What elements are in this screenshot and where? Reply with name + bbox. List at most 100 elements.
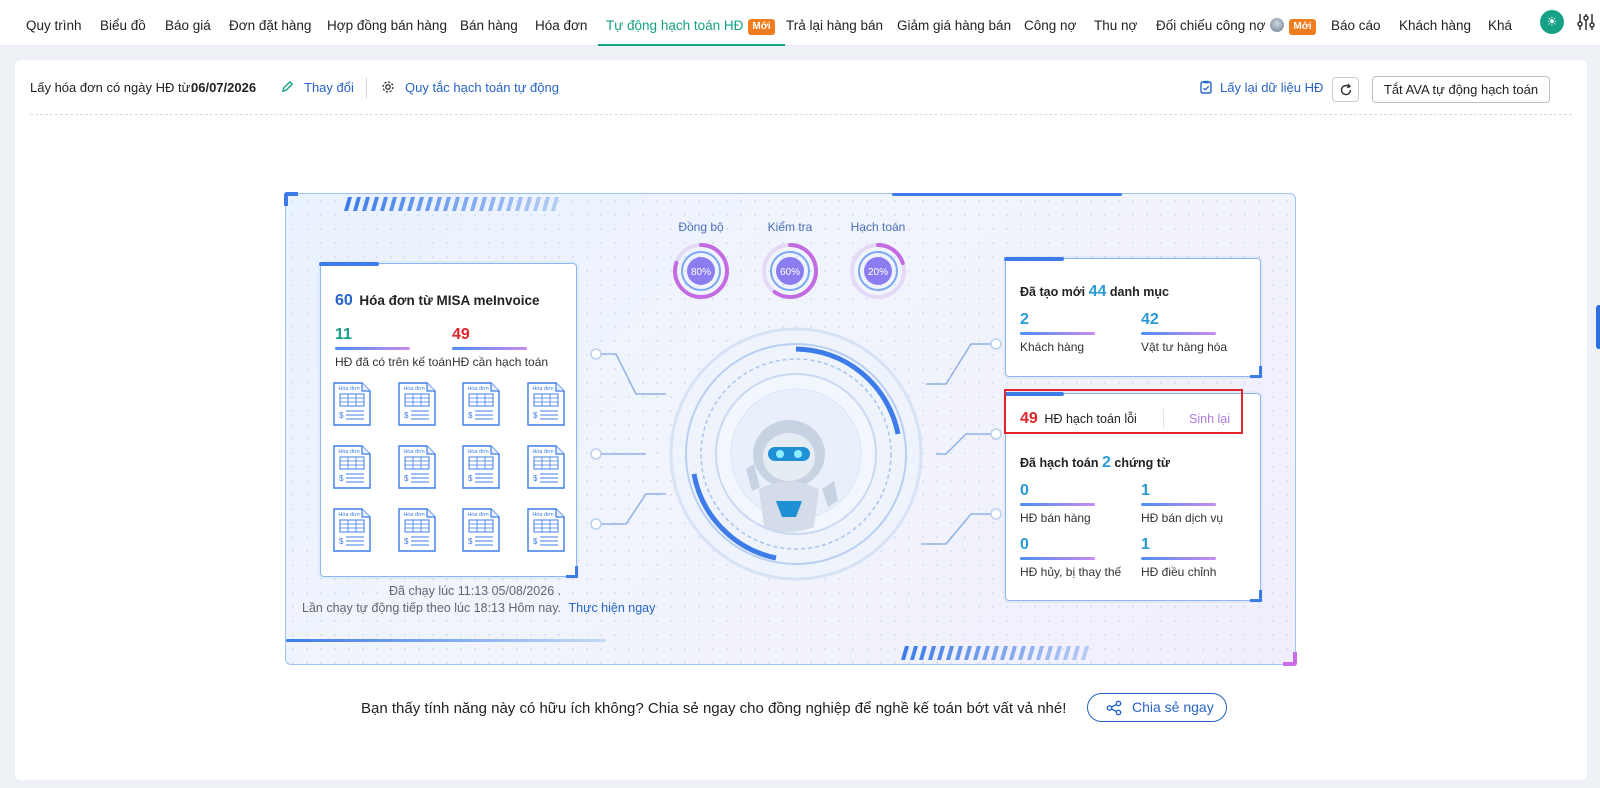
toolbar: Lấy hóa đơn có ngày HĐ từ: 06/07/2026 Th…	[15, 60, 1587, 116]
new-badge: Mới	[748, 19, 775, 35]
gauge-label-check: Kiểm tra	[767, 220, 813, 234]
invoice-document-icon: Hóa đơn $	[397, 507, 437, 553]
clipboard-icon[interactable]	[1200, 80, 1212, 97]
nav-item-orders[interactable]: Đơn đặt hàng	[229, 0, 311, 46]
svg-text:$: $	[533, 537, 538, 546]
svg-text:$: $	[468, 537, 473, 546]
turn-off-ava-button[interactable]: Tắt AVA tự động hạch toán	[1372, 76, 1550, 103]
svg-text:$: $	[404, 411, 409, 420]
pencil-icon[interactable]	[281, 80, 294, 96]
nav-item-debts[interactable]: Công nợ	[1024, 0, 1076, 46]
nav-item-contracts[interactable]: Hợp đồng bán hàng	[327, 0, 447, 46]
change-date-link[interactable]: Thay đổi	[304, 80, 354, 95]
lightbulb-icon[interactable]: ☀	[1540, 10, 1564, 34]
stat-bar	[1020, 503, 1095, 506]
sales-invoice-stat: 0 HĐ bán hàng	[1020, 482, 1095, 525]
decorative-stripes	[901, 646, 1089, 660]
automation-dashboard: Đồng bộ Kiểm tra Hạch toán 80% 60% 20% 6…	[284, 192, 1297, 666]
existing-invoice-count: 11	[335, 326, 352, 343]
svg-text:$: $	[404, 474, 409, 483]
svg-text:$: $	[339, 537, 344, 546]
accounted-title: Đã hạch toán 2 chứng từ	[1020, 454, 1170, 471]
auto-accounting-rules-link[interactable]: Quy tắc hạch toán tự động	[405, 80, 559, 95]
svg-text:Hóa đơn: Hóa đơn	[467, 512, 488, 518]
svg-text:$: $	[533, 474, 538, 483]
stat-bar	[1141, 557, 1216, 560]
existing-invoice-label: HĐ đã có trên kế toán	[335, 355, 452, 369]
invoice-card-title: 60 Hóa đơn từ MISA meInvoice	[335, 292, 540, 310]
side-drawer-tab[interactable]	[1596, 305, 1600, 349]
date-filter-label: Lấy hóa đơn có ngày HĐ từ:	[30, 80, 194, 95]
refresh-button[interactable]	[1332, 77, 1359, 102]
share-now-button[interactable]: Chia sẻ ngay	[1087, 693, 1227, 722]
nav-item-reports[interactable]: Báo cáo	[1331, 0, 1381, 46]
frame-corner	[284, 192, 298, 206]
nav-item-more[interactable]: Khá	[1488, 0, 1512, 46]
invoice-document-icon: Hóa đơn $	[526, 507, 566, 553]
error-highlight-box	[1004, 389, 1243, 434]
materials-count: 42	[1141, 311, 1159, 328]
nav-item-discounts[interactable]: Giảm giá hàng bán	[897, 0, 1011, 46]
nav-item-sales[interactable]: Bán hàng	[460, 0, 518, 46]
new-badge: Mới	[1289, 19, 1316, 35]
invoice-document-icon: Hóa đơn $	[461, 381, 501, 427]
nav-item-invoices[interactable]: Hóa đơn	[535, 0, 587, 46]
svg-text:Hóa đơn: Hóa đơn	[467, 449, 488, 455]
svg-text:Hóa đơn: Hóa đơn	[403, 386, 424, 392]
svg-text:Hóa đơn: Hóa đơn	[338, 449, 359, 455]
run-now-link[interactable]: Thực hiện ngay	[568, 601, 655, 615]
category-title: Đã tạo mới 44 danh mục	[1020, 283, 1169, 300]
svg-text:Hóa đơn: Hóa đơn	[532, 386, 553, 392]
service-invoice-count: 1	[1141, 482, 1150, 499]
sales-invoice-label: HĐ bán hàng	[1020, 511, 1091, 525]
cancelled-invoice-count: 0	[1020, 536, 1029, 553]
nav-item-reconcile[interactable]: Đối chiếu công nợ Mới	[1156, 0, 1316, 46]
sales-invoice-count: 0	[1020, 482, 1029, 499]
gauge-accounting: 20%	[848, 241, 908, 301]
stat-bar	[335, 347, 410, 350]
customers-label: Khách hàng	[1020, 340, 1085, 354]
total-invoice-count: 60	[335, 292, 353, 309]
materials-stat: 42 Vật tư hàng hóa	[1141, 311, 1227, 354]
svg-text:$: $	[339, 474, 344, 483]
gear-icon[interactable]	[381, 80, 395, 97]
nav-item-returns[interactable]: Trả lại hàng bán	[786, 0, 883, 46]
last-run-text: Đã chạy lúc 11:13 05/08/2026 .	[389, 584, 562, 598]
nav-item-auto-accounting[interactable]: Tự động hạch toán HĐ Mới	[598, 0, 785, 46]
stat-bar	[1141, 332, 1216, 335]
svg-text:Hóa đơn: Hóa đơn	[467, 386, 488, 392]
materials-label: Vật tư hàng hóa	[1141, 340, 1228, 354]
invoice-source-title: Hóa đơn từ MISA meInvoice	[359, 293, 540, 308]
invoice-document-icon: Hóa đơn $	[526, 444, 566, 490]
stat-bar	[1020, 332, 1095, 335]
invoice-document-icon: Hóa đơn $	[397, 381, 437, 427]
stat-bar	[1141, 503, 1216, 506]
svg-text:$: $	[468, 474, 473, 483]
nav-item-quotes[interactable]: Báo giá	[165, 0, 211, 46]
card-corner	[319, 262, 379, 266]
customers-count: 2	[1020, 311, 1029, 328]
card-corner	[1250, 366, 1262, 378]
sliders-settings-icon[interactable]	[1576, 12, 1596, 32]
decorative-stripes	[344, 197, 559, 211]
refresh-icon	[1340, 83, 1351, 95]
gauge-label-accounting: Hạch toán	[850, 220, 906, 234]
gauge-label-sync: Đồng bộ	[678, 220, 724, 234]
pending-invoices-stat: 49 HĐ cần hạch toán	[452, 326, 548, 369]
top-navigation: Quy trình Biểu đồ Báo giá Đơn đặt hàng H…	[0, 0, 1600, 46]
card-corner	[1004, 257, 1064, 261]
nav-item-charts[interactable]: Biểu đồ	[100, 0, 146, 46]
nav-item-collect-debts[interactable]: Thu nợ	[1094, 0, 1137, 46]
nav-item-process[interactable]: Quy trình	[26, 0, 82, 46]
next-run-text: Lần chạy tự động tiếp theo lúc 18:13 Hôm…	[302, 601, 655, 615]
svg-text:Hóa đơn: Hóa đơn	[403, 512, 424, 518]
toolbar-divider	[30, 114, 1572, 115]
customers-stat: 2 Khách hàng	[1020, 311, 1095, 354]
svg-text:Hóa đơn: Hóa đơn	[338, 386, 359, 392]
accounted-count: 2	[1101, 454, 1111, 471]
gauge-percent-text: 80%	[691, 267, 711, 278]
nav-item-customers[interactable]: Khách hàng	[1399, 0, 1471, 46]
share-icon	[1106, 700, 1122, 716]
reload-invoice-data-link[interactable]: Lấy lại dữ liệu HĐ	[1220, 80, 1323, 95]
frame-accent-line	[286, 639, 606, 642]
